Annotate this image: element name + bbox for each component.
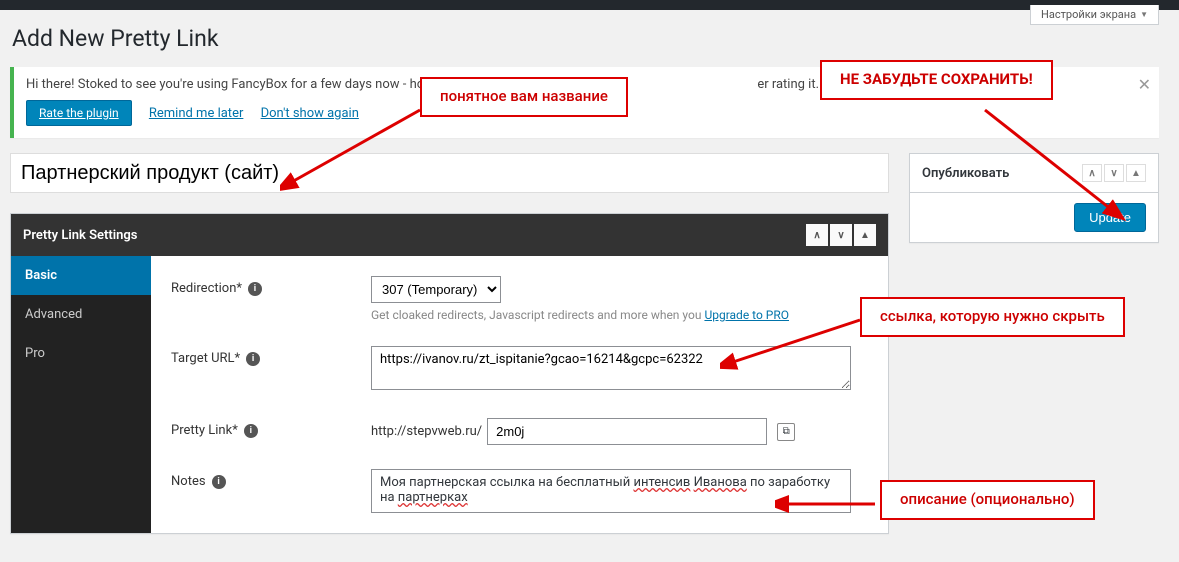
post-title-input[interactable] bbox=[10, 153, 889, 193]
notice-text: Hi there! Stoked to see you're using Fan… bbox=[26, 77, 448, 92]
info-icon[interactable]: i bbox=[212, 475, 226, 489]
remind-later-link[interactable]: Remind me later bbox=[149, 106, 244, 121]
annotation-title-note: понятное вам название bbox=[420, 77, 628, 117]
copy-icon[interactable]: ⧉ bbox=[777, 423, 795, 441]
tab-nav: Basic Advanced Pro bbox=[11, 256, 151, 533]
redirection-label: Redirection* bbox=[171, 281, 242, 296]
dismiss-icon[interactable]: ✕ bbox=[1138, 75, 1151, 94]
rate-plugin-button[interactable]: Rate the plugin bbox=[26, 100, 132, 126]
panel-title: Pretty Link Settings bbox=[23, 228, 137, 243]
panel-up-icon[interactable]: ∧ bbox=[806, 224, 828, 246]
arrow-icon bbox=[980, 105, 1140, 225]
arrow-icon bbox=[775, 492, 885, 522]
pretty-link-label: Pretty Link* bbox=[171, 423, 238, 438]
pretty-link-slug-input[interactable] bbox=[487, 418, 767, 445]
arrow-icon bbox=[720, 315, 870, 375]
info-icon[interactable]: i bbox=[248, 282, 262, 296]
screen-options-toggle[interactable]: Настройки экрана bbox=[1030, 5, 1159, 25]
tab-advanced[interactable]: Advanced bbox=[11, 295, 151, 334]
info-icon[interactable]: i bbox=[246, 352, 260, 366]
pretty-link-prefix: http://stepvweb.ru/ bbox=[371, 424, 482, 439]
target-url-label: Target URL* bbox=[171, 351, 240, 366]
panel-down-icon[interactable]: ∨ bbox=[830, 224, 852, 246]
tab-pro[interactable]: Pro bbox=[11, 334, 151, 373]
annotation-link-note: ссылка, которую нужно скрыть bbox=[860, 297, 1125, 337]
annotation-desc-note: описание (опционально) bbox=[880, 480, 1095, 520]
tab-basic[interactable]: Basic bbox=[11, 256, 151, 295]
redirection-select[interactable]: 307 (Temporary) bbox=[371, 276, 501, 303]
panel-toggle-icon[interactable]: ▲ bbox=[854, 224, 876, 246]
annotation-save-note: НЕ ЗАБУДЬТЕ СОХРАНИТЬ! bbox=[820, 60, 1053, 100]
arrow-icon bbox=[280, 105, 430, 195]
info-icon[interactable]: i bbox=[244, 424, 258, 438]
notes-label: Notes bbox=[171, 474, 206, 489]
page-title: Add New Pretty Link bbox=[12, 25, 1159, 52]
